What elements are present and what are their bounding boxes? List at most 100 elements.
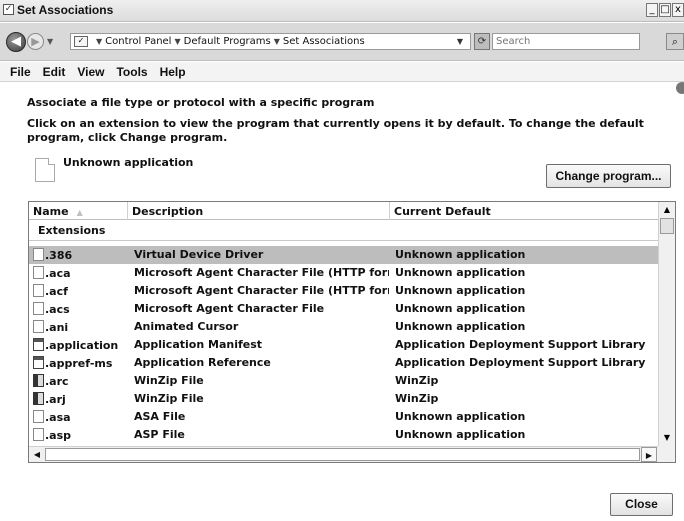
breadcrumb-set-associations[interactable]: Set Associations — [283, 36, 365, 47]
column-header-name[interactable]: Name ▲ — [29, 202, 128, 220]
cell-name: .acf — [33, 284, 128, 298]
extension-label: .ani — [45, 321, 69, 334]
cell-description: Animated Cursor — [134, 320, 239, 333]
breadcrumb-chevron-icon[interactable]: ▼ — [171, 37, 183, 46]
associations-list[interactable]: Name ▲ Description Current Default Extens… — [28, 201, 676, 463]
control-panel-icon: ✓ — [74, 36, 88, 47]
page-heading: Associate a file type or protocol with a… — [27, 96, 375, 109]
menu-file[interactable]: File — [4, 62, 37, 81]
extension-label: .application — [45, 339, 119, 352]
vertical-scroll-thumb[interactable] — [660, 218, 674, 234]
cell-name: .application — [33, 338, 128, 352]
forward-button[interactable]: ▶ — [27, 33, 44, 50]
scroll-up-arrow-icon[interactable]: ▲ — [659, 202, 675, 218]
cell-name: .appref-ms — [33, 356, 128, 370]
breadcrumb-trail: ▼ Control Panel ▼ Default Programs ▼ Set Asso… — [93, 36, 365, 47]
cell-current-default: Unknown application — [395, 266, 526, 279]
generic-file-icon — [33, 410, 44, 423]
table-row[interactable]: .asp ASP File Unknown application — [29, 426, 658, 444]
search-icon[interactable]: ⌕ — [666, 33, 684, 50]
menu-bar: File Edit View Tools Help — [0, 62, 684, 82]
table-row[interactable]: .386 Virtual Device Driver Unknown applica… — [29, 246, 658, 264]
column-header-description[interactable]: Description — [128, 202, 390, 220]
vertical-scrollbar[interactable]: ▲ ▼ — [658, 202, 675, 446]
cell-description: WinZip File — [134, 374, 204, 387]
cell-name: .acs — [33, 302, 128, 316]
table-row[interactable]: .asa ASA File Unknown application — [29, 408, 658, 426]
cell-current-default: Unknown application — [395, 284, 526, 297]
back-button[interactable]: ◀ — [6, 32, 26, 52]
application-icon — [33, 356, 44, 369]
scroll-down-arrow-icon[interactable]: ▼ — [659, 430, 675, 446]
breadcrumb[interactable]: ✓ ▼ Control Panel ▼ Default Programs ▼ Set As… — [70, 33, 471, 50]
table-row[interactable]: .aca Microsoft Agent Character File (HTTP… — [29, 264, 658, 282]
generic-file-icon — [33, 266, 44, 279]
extension-label: .acf — [45, 285, 68, 298]
instructions-text: Click on an extension to view the progra… — [27, 117, 644, 144]
generic-file-icon — [33, 302, 44, 315]
scroll-right-arrow-icon[interactable]: ▶ — [641, 447, 657, 462]
breadcrumb-default-programs[interactable]: Default Programs — [184, 36, 271, 47]
extension-label: .386 — [45, 249, 73, 262]
table-row[interactable]: .appref-ms Application Reference Applicati… — [29, 354, 658, 372]
cell-description: Virtual Device Driver — [134, 248, 264, 261]
scrollbar-corner — [658, 446, 675, 462]
address-bar: ◀ ▶ ▼ ✓ ▼ Control Panel ▼ Default Programs ▼… — [0, 23, 684, 61]
document-icon — [35, 158, 55, 182]
group-header-extensions[interactable]: Extensions — [29, 221, 658, 241]
cell-current-default: Unknown application — [395, 248, 526, 261]
cell-name: .arc — [33, 374, 128, 388]
close-button[interactable]: Close — [610, 493, 673, 516]
table-row[interactable]: .arj WinZip File WinZip — [29, 390, 658, 408]
maximize-button[interactable]: □ — [659, 3, 671, 17]
breadcrumb-chevron-icon[interactable]: ▼ — [271, 37, 283, 46]
extension-label: .aca — [45, 267, 71, 280]
column-header-current-default[interactable]: Current Default — [390, 202, 658, 220]
menu-edit[interactable]: Edit — [37, 62, 72, 81]
cell-current-default: Application Deployment Support Library — [395, 338, 646, 351]
recent-pages-dropdown-icon[interactable]: ▼ — [47, 37, 53, 46]
horizontal-scrollbar[interactable]: ◀ ▶ — [29, 446, 675, 462]
generic-file-icon — [33, 248, 44, 261]
close-window-button[interactable]: x — [672, 3, 684, 17]
table-row[interactable]: .application Application Manifest Applicat… — [29, 336, 658, 354]
cell-current-default: Unknown application — [395, 410, 526, 423]
extension-label: .appref-ms — [45, 357, 113, 370]
title-bar: ✓ Set Associations _ □ x — [0, 0, 684, 22]
current-program-name: Unknown application — [63, 156, 194, 169]
menu-view[interactable]: View — [71, 62, 110, 81]
cell-name: .ani — [33, 320, 128, 334]
cell-current-default: Unknown application — [395, 302, 526, 315]
window-controls: _ □ x — [645, 3, 684, 18]
cell-description: ASA File — [134, 410, 186, 423]
cell-description: Microsoft Agent Character File (HTTP for… — [134, 266, 389, 279]
list-header: Name ▲ Description Current Default — [29, 202, 658, 220]
generic-file-icon — [33, 284, 44, 297]
cell-current-default: Application Deployment Support Library — [395, 356, 646, 369]
help-icon[interactable] — [676, 82, 684, 94]
cell-name: .arj — [33, 392, 128, 406]
table-row[interactable]: .acf Microsoft Agent Character File (HTTP… — [29, 282, 658, 300]
scroll-left-arrow-icon[interactable]: ◀ — [29, 447, 45, 462]
address-dropdown-icon[interactable]: ▼ — [457, 37, 463, 46]
refresh-icon[interactable]: ⟳ — [474, 33, 490, 50]
menu-tools[interactable]: Tools — [110, 62, 153, 81]
generic-file-icon — [33, 428, 44, 441]
change-program-button[interactable]: Change program... — [546, 164, 671, 188]
cell-description: Application Manifest — [134, 338, 263, 351]
breadcrumb-chevron-icon[interactable]: ▼ — [93, 37, 105, 46]
window-title: Set Associations — [17, 3, 114, 17]
generic-file-icon — [33, 320, 44, 333]
horizontal-scroll-thumb[interactable] — [45, 448, 640, 461]
table-row[interactable]: .acs Microsoft Agent Character File Unknow… — [29, 300, 658, 318]
search-box — [492, 33, 640, 50]
cell-description: WinZip File — [134, 392, 204, 405]
table-row[interactable]: .arc WinZip File WinZip — [29, 372, 658, 390]
minimize-button[interactable]: _ — [646, 3, 658, 17]
search-input[interactable] — [493, 34, 639, 49]
cell-current-default: WinZip — [395, 374, 439, 387]
menu-help[interactable]: Help — [154, 62, 192, 81]
table-row[interactable]: .ani Animated Cursor Unknown application — [29, 318, 658, 336]
breadcrumb-control-panel[interactable]: Control Panel — [105, 36, 171, 47]
winzip-icon — [33, 374, 44, 387]
